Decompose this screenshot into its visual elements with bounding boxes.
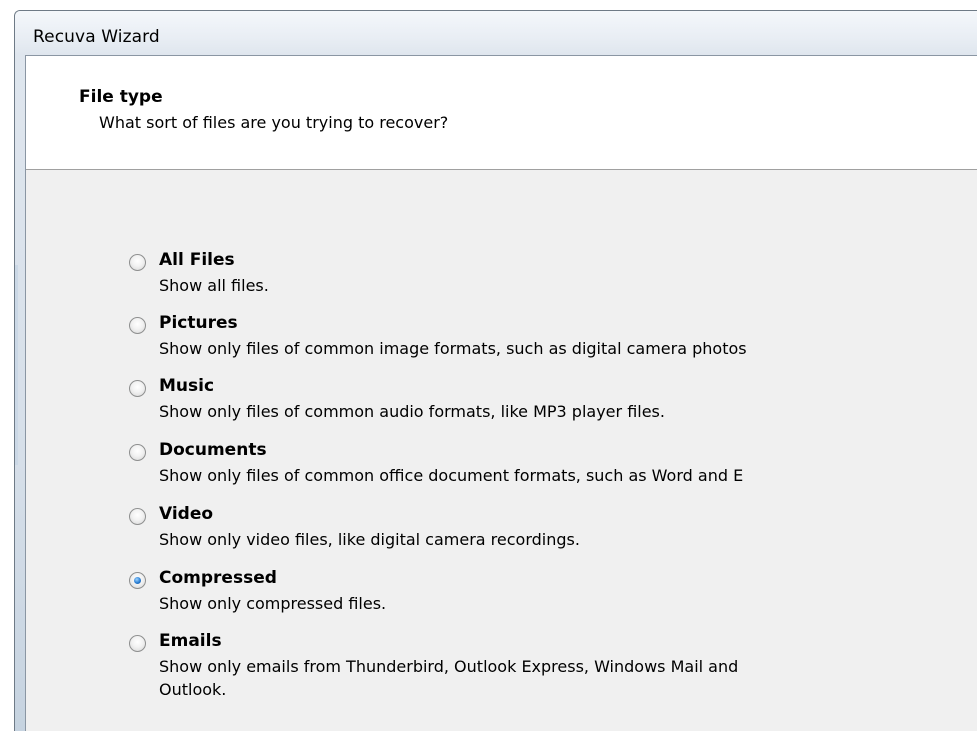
radio-all-files[interactable]	[129, 254, 146, 271]
file-type-options: All Files Show all files. Pictures Show …	[26, 170, 977, 731]
option-label[interactable]: All Files	[159, 250, 235, 270]
radio-emails[interactable]	[129, 635, 146, 652]
option-label[interactable]: Emails	[159, 631, 222, 651]
wizard-content: File type What sort of files are you try…	[25, 55, 977, 731]
option-description: Show only compressed files.	[159, 594, 387, 613]
radio-documents[interactable]	[129, 444, 146, 461]
option-description: Show all files.	[159, 276, 269, 295]
recuva-wizard-window: Recuva Wizard File type What sort of fil…	[14, 10, 977, 731]
title-bar[interactable]: Recuva Wizard	[15, 11, 977, 55]
radio-music[interactable]	[129, 380, 146, 397]
option-label[interactable]: Video	[159, 504, 213, 524]
option-label[interactable]: Compressed	[159, 568, 277, 588]
option-label[interactable]: Documents	[159, 440, 267, 460]
option-description: Show only files of common office documen…	[159, 466, 744, 485]
page-subtitle: What sort of files are you trying to rec…	[99, 113, 449, 132]
option-label[interactable]: Pictures	[159, 313, 238, 333]
option-description: Show only emails from Thunderbird, Outlo…	[159, 655, 738, 701]
option-description: Show only video files, like digital came…	[159, 530, 580, 549]
frame-highlight	[15, 265, 18, 465]
option-description-line2: Outlook.	[159, 680, 227, 699]
wizard-header: File type What sort of files are you try…	[26, 56, 977, 170]
option-description-line1: Show only emails from Thunderbird, Outlo…	[159, 657, 739, 676]
option-description: Show only files of common audio formats,…	[159, 402, 665, 421]
option-description: Show only files of common image formats,…	[159, 339, 747, 358]
page-title: File type	[79, 87, 163, 107]
radio-compressed[interactable]	[129, 572, 146, 589]
radio-pictures[interactable]	[129, 317, 146, 334]
option-label[interactable]: Music	[159, 376, 214, 396]
window-frame-left	[15, 55, 25, 731]
window-title: Recuva Wizard	[33, 27, 160, 47]
radio-video[interactable]	[129, 508, 146, 525]
